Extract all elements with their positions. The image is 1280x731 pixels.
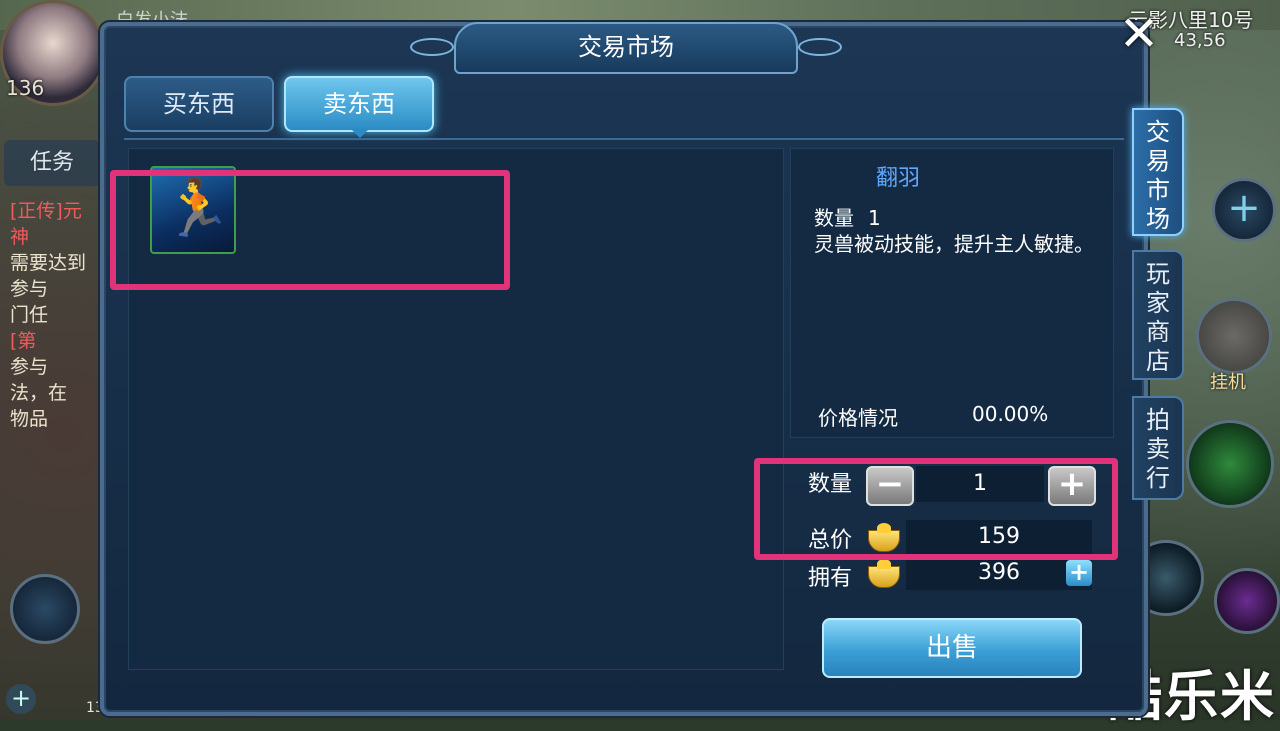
- side-tab-char: 易: [1146, 147, 1170, 175]
- quest-line: 物品: [10, 408, 49, 430]
- quest-text[interactable]: [正传]元神 需要达到 参与 门任 [第 参与 法，在 物品: [10, 198, 100, 432]
- side-tab-char: 卖: [1146, 435, 1170, 463]
- side-tab-char: 交: [1146, 118, 1170, 146]
- side-tab-char: 商: [1146, 318, 1170, 346]
- quest-line: [正传]元神: [10, 200, 82, 248]
- side-tab-char: 市: [1146, 176, 1170, 204]
- owned-value: 396: [906, 556, 1092, 590]
- left-plus-icon[interactable]: +: [6, 684, 36, 714]
- quest-tab[interactable]: 任务: [4, 140, 100, 186]
- crossed-swords-icon[interactable]: [1196, 298, 1272, 374]
- side-tab-char: 拍: [1146, 406, 1170, 434]
- map-coordinates: 43,56: [1174, 30, 1226, 51]
- tab-sell[interactable]: 卖东西: [284, 76, 434, 132]
- quest-line: 法，在: [10, 382, 68, 404]
- side-tab-char: 场: [1146, 205, 1170, 233]
- side-tab-trade-market[interactable]: 交 易 市 场: [1132, 108, 1184, 236]
- price-status-label: 价格情况: [818, 406, 898, 430]
- item-quantity-value: 1: [868, 206, 881, 230]
- owned-label: 拥有: [808, 566, 853, 591]
- tab-buy[interactable]: 买东西: [124, 76, 274, 132]
- close-button[interactable]: ✕: [1116, 10, 1162, 58]
- add-currency-button[interactable]: +: [1066, 560, 1092, 586]
- side-tab-auction[interactable]: 拍 卖 行: [1132, 396, 1184, 500]
- skill-purple-icon[interactable]: [1214, 568, 1280, 634]
- item-quantity: 数量 1: [814, 202, 881, 231]
- active-tab-notch: [350, 128, 370, 138]
- item-name: 翻羽: [875, 166, 920, 191]
- item-quantity-label: 数量: [814, 206, 854, 230]
- side-tab-char: 店: [1146, 347, 1170, 375]
- quest-line: 需要达到: [10, 252, 87, 274]
- highlight-item-box: [110, 170, 510, 290]
- tab-divider: [124, 138, 1124, 140]
- side-tab-char: 家: [1146, 289, 1170, 317]
- side-tab-char: 玩: [1146, 260, 1170, 288]
- side-tab-char: 行: [1146, 464, 1170, 492]
- sell-button[interactable]: 出售: [822, 618, 1082, 678]
- side-tab-player-shop[interactable]: 玩 家 商 店: [1132, 250, 1184, 380]
- quest-line: [第: [10, 330, 37, 352]
- player-level: 136: [6, 76, 45, 100]
- quest-line: 参与: [10, 356, 49, 378]
- highlight-trade-box: [754, 458, 1118, 560]
- quest-line: 门任: [10, 304, 49, 326]
- item-description: 灵兽被动技能，提升主人敏捷。: [814, 232, 1094, 256]
- dialog-title: 交易市场: [410, 22, 842, 74]
- pet-skill-icon[interactable]: [10, 574, 80, 644]
- quest-line: 参与: [10, 278, 49, 300]
- skill-jade-icon[interactable]: [1186, 420, 1274, 508]
- price-status-value: 00.00%: [972, 402, 1049, 426]
- afk-label: 挂机: [1210, 372, 1246, 393]
- expand-plus-icon[interactable]: +: [1212, 178, 1276, 242]
